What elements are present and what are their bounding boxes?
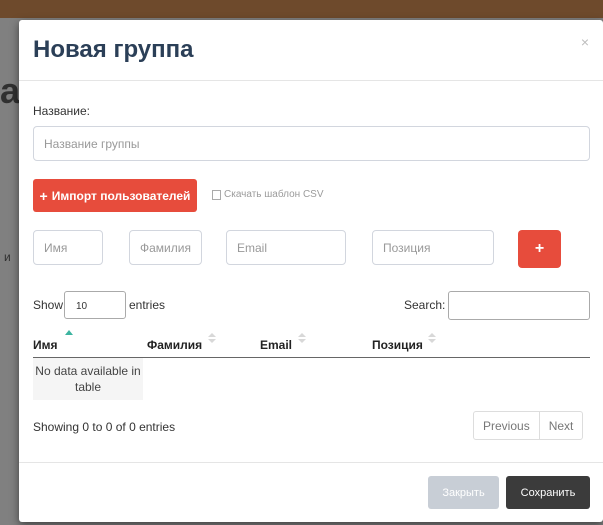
import-users-button[interactable]: + Импорт пользователей [33, 179, 197, 212]
column-header-email[interactable]: Email [260, 338, 292, 352]
add-user-button[interactable]: + [518, 230, 561, 268]
first-name-input[interactable] [33, 230, 103, 265]
email-input[interactable] [226, 230, 346, 265]
column-header-first-name[interactable]: Имя [33, 338, 58, 352]
position-input[interactable] [372, 230, 494, 265]
previous-page-button[interactable]: Previous [474, 412, 540, 439]
next-page-button[interactable]: Next [540, 412, 583, 439]
column-header-last-name[interactable]: Фамилия [147, 338, 202, 352]
sort-icon [298, 333, 306, 345]
group-name-input[interactable] [33, 126, 590, 161]
last-name-input[interactable] [129, 230, 202, 265]
column-header-position[interactable]: Позиция [372, 338, 423, 352]
csv-link-label: Скачать шаблон CSV [224, 189, 324, 200]
background-header-strip [0, 0, 603, 18]
close-icon[interactable]: × [581, 34, 589, 50]
download-csv-template-link[interactable]: Скачать шаблон CSV [212, 189, 324, 200]
import-users-label: Импорт пользователей [51, 188, 191, 203]
show-label: Show [33, 298, 64, 312]
sort-icon [428, 333, 436, 345]
sort-icon [208, 333, 216, 345]
sort-ascending-icon [65, 330, 73, 335]
table-empty-message: No data available in table [33, 358, 143, 400]
modal-header: Новая группа × [19, 20, 603, 81]
save-button[interactable]: Сохранить [506, 476, 590, 509]
table-search-input[interactable] [448, 291, 590, 320]
close-button[interactable]: Закрыть [428, 476, 499, 509]
modal-title: Новая группа [33, 36, 194, 63]
file-icon [212, 189, 221, 200]
modal-footer-divider [19, 462, 603, 463]
table-info: Showing 0 to 0 of 0 entries [33, 420, 176, 434]
background-side-fragment: и [4, 250, 11, 264]
pagination: Previous Next [473, 411, 584, 440]
plus-icon: + [534, 240, 545, 257]
search-label: Search: [404, 298, 446, 312]
entries-per-page-select[interactable]: 10 [64, 291, 126, 319]
new-group-modal: Новая группа × Название: + Импорт пользо… [19, 20, 603, 522]
plus-icon: + [39, 187, 48, 204]
group-name-label: Название: [33, 104, 90, 118]
background-heading-fragment: a [0, 70, 21, 111]
entries-label: entries [129, 298, 166, 312]
